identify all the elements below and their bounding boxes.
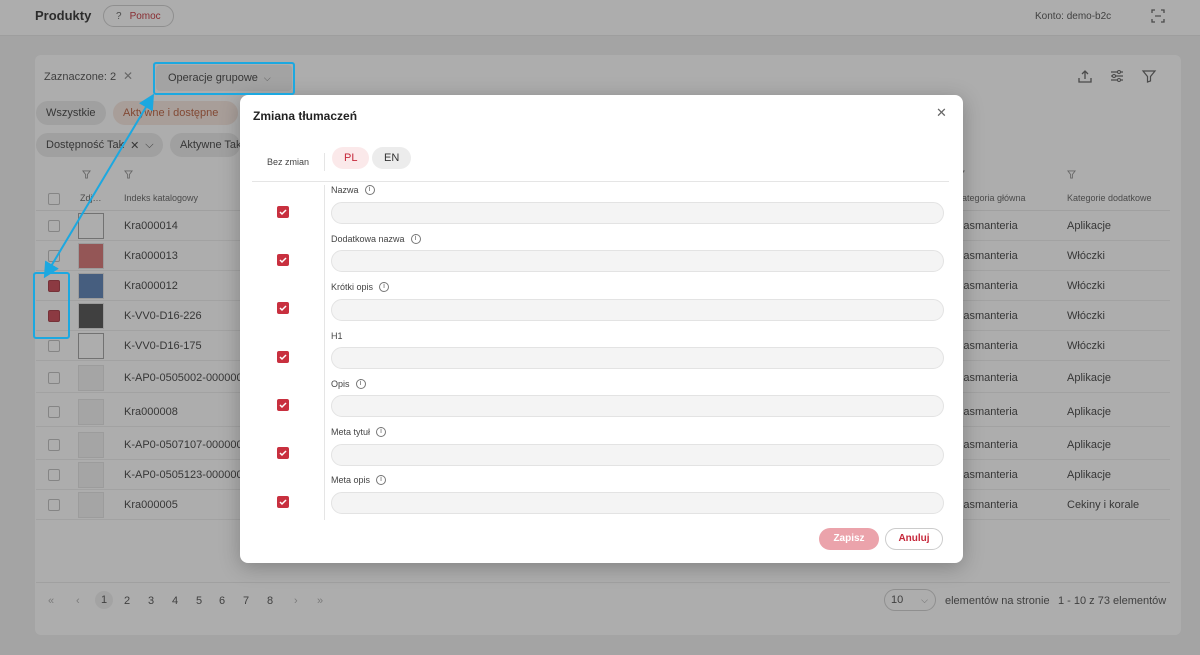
annotation-arrow (43, 93, 155, 279)
